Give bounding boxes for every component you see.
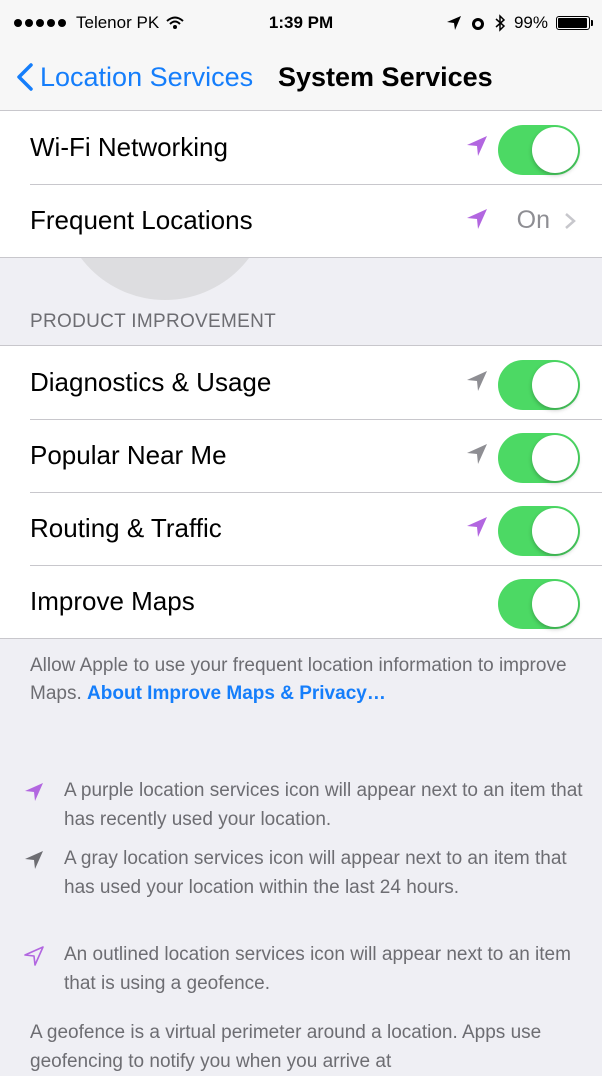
row-label: Wi-Fi Networking <box>30 132 228 162</box>
frequent-locations-value: On <box>516 206 550 234</box>
list-item: Diagnostics & Usage <box>0 346 602 419</box>
row-label: Diagnostics & Usage <box>30 367 272 397</box>
list-item: Routing & Traffic <box>0 492 602 565</box>
legend-text: A purple location services icon will app… <box>64 780 583 830</box>
row-label: Popular Near Me <box>30 440 227 470</box>
location-arrow-gray-icon <box>467 371 487 391</box>
geofence-description: A geofence is a virtual perimeter around… <box>30 1022 542 1072</box>
improve-maps-description: Allow Apple to use your frequent locatio… <box>30 652 576 708</box>
back-button[interactable]: Location Services <box>16 52 253 102</box>
battery-icon <box>556 16 593 30</box>
back-label: Location Services <box>40 61 254 92</box>
location-arrow-gray-icon <box>25 851 43 869</box>
diagnostics-usage-toggle[interactable] <box>498 360 580 410</box>
chevron-right-icon <box>565 213 576 229</box>
status-bar: Telenor PK 1:39 PM 99% <box>0 0 602 46</box>
navigation-bar: Location Services System Services <box>0 52 602 102</box>
legend-text: A gray location services icon will appea… <box>64 848 567 898</box>
list-item: Wi-Fi Networking <box>0 111 602 184</box>
list-item: Popular Near Me <box>0 419 602 492</box>
wifi-networking-toggle[interactable] <box>498 125 580 175</box>
location-arrow-outline-icon <box>24 946 44 966</box>
bluetooth-icon <box>495 14 506 32</box>
legend-text: An outlined location services icon will … <box>64 944 571 994</box>
location-arrow-purple-icon <box>467 209 487 229</box>
chevron-left-icon <box>17 63 33 91</box>
section-header: PRODUCT IMPROVEMENT <box>30 311 277 332</box>
location-arrow-purple-icon <box>467 136 487 156</box>
row-label: Frequent Locations <box>30 205 253 235</box>
page-title: System Services <box>278 62 493 92</box>
location-icon <box>446 16 461 30</box>
top-bar: Telenor PK 1:39 PM 99% Location Services… <box>0 0 602 111</box>
product-improvement-group: Diagnostics & Usage Popular Near Me Rout… <box>0 345 602 639</box>
list-item: Improve Maps <box>0 565 602 638</box>
row-label: Routing & Traffic <box>30 513 222 543</box>
about-improve-maps-link[interactable]: About Improve Maps & Privacy… <box>87 683 386 704</box>
location-arrow-gray-icon <box>467 444 487 464</box>
routing-traffic-toggle[interactable] <box>498 506 580 556</box>
row-label: Improve Maps <box>30 586 195 616</box>
system-services-group: Wi-Fi Networking Frequent Locations On <box>0 110 602 258</box>
popular-near-me-toggle[interactable] <box>498 433 580 483</box>
battery-percent: 99% <box>513 13 548 32</box>
improve-maps-toggle[interactable] <box>498 579 580 629</box>
list-item[interactable]: Frequent Locations On <box>0 184 602 257</box>
location-arrow-purple-icon <box>25 783 43 801</box>
alarm-icon <box>471 18 484 30</box>
location-arrow-purple-icon <box>467 517 487 537</box>
